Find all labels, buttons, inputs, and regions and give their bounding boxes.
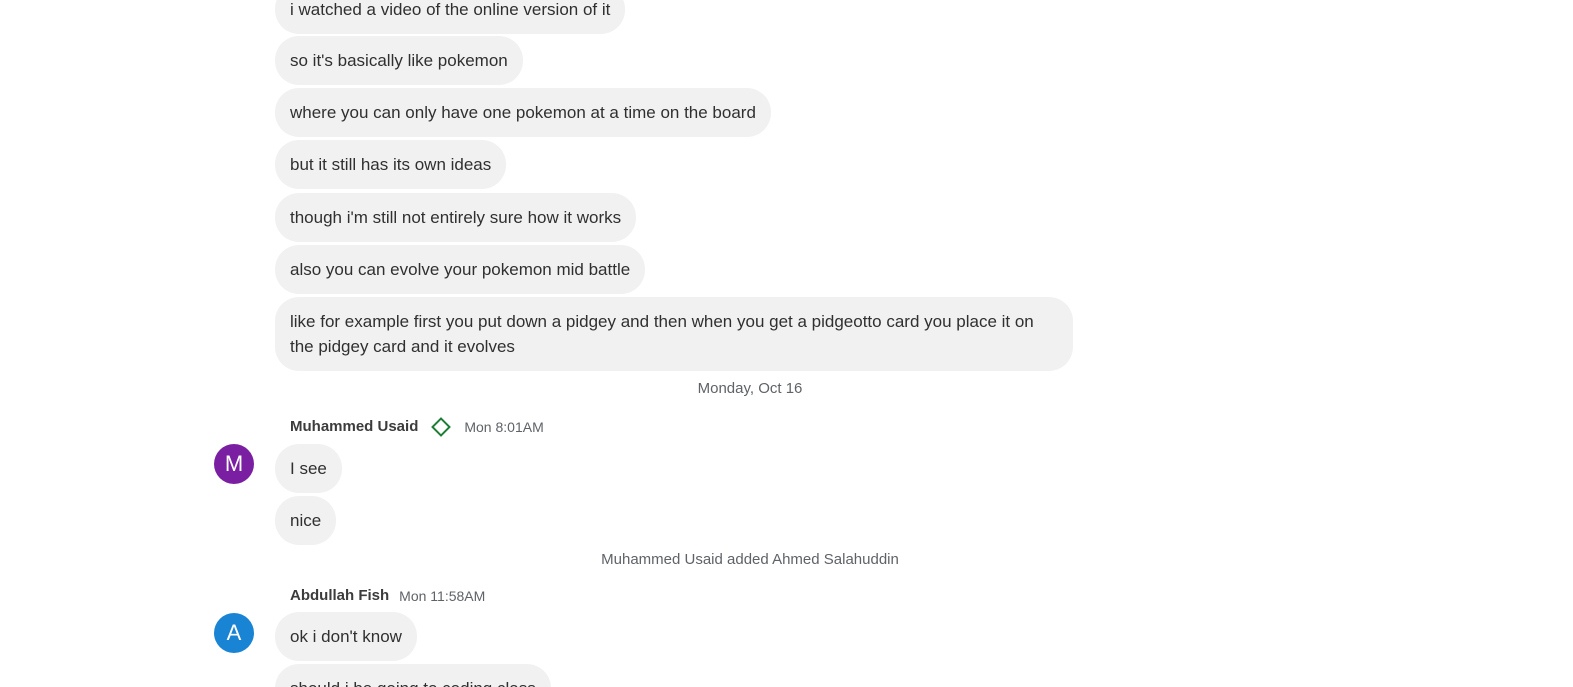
message-bubble[interactable]: so it's basically like pokemon — [275, 36, 523, 85]
message-bubble[interactable]: also you can evolve your pokemon mid bat… — [275, 245, 646, 294]
message-text: nice — [290, 511, 322, 530]
system-event: Muhammed Usaid added Ahmed Salahuddin — [601, 551, 899, 568]
message-bubble[interactable]: ok i don't know — [275, 612, 417, 661]
avatar[interactable]: M — [214, 444, 254, 484]
message-bubble[interactable]: i watched a video of the online version … — [275, 0, 626, 34]
message-header: Muhammed Usaid Mon 8:01AM — [290, 416, 544, 437]
message-text: but it still has its own ideas — [290, 155, 492, 174]
message-text: ok i don't know — [290, 627, 402, 646]
sender-name[interactable]: Abdullah Fish — [290, 587, 389, 604]
message-bubble[interactable]: I see — [275, 444, 342, 493]
avatar[interactable]: A — [214, 613, 254, 653]
sender-name[interactable]: Muhammed Usaid — [290, 418, 418, 435]
message-bubble[interactable]: where you can only have one pokemon at a… — [275, 88, 771, 137]
message-text: like for example first you put down a pi… — [290, 312, 1034, 356]
message-header: Abdullah Fish Mon 11:58AM — [290, 587, 485, 604]
message-timestamp: Mon 8:01AM — [464, 418, 544, 435]
message-text: though i'm still not entirely sure how i… — [290, 208, 622, 227]
message-bubble[interactable]: like for example first you put down a pi… — [275, 297, 1073, 371]
message-text: where you can only have one pokemon at a… — [290, 103, 756, 122]
message-text: also you can evolve your pokemon mid bat… — [290, 260, 631, 279]
chat-conversation: i watched a video of the online version … — [0, 0, 1573, 687]
message-bubble[interactable]: should i be going to coding class — [275, 664, 551, 687]
message-text: should i be going to coding class — [290, 679, 536, 687]
avatar-letter: A — [226, 620, 242, 645]
message-text: i watched a video of the online version … — [290, 0, 611, 19]
avatar-letter: M — [224, 451, 244, 476]
diamond-icon — [431, 416, 452, 437]
message-text: so it's basically like pokemon — [290, 51, 508, 70]
message-bubble[interactable]: nice — [275, 496, 337, 545]
message-timestamp: Mon 11:58AM — [399, 587, 486, 604]
message-bubble[interactable]: but it still has its own ideas — [275, 140, 507, 189]
message-text: I see — [290, 459, 327, 478]
message-bubble[interactable]: though i'm still not entirely sure how i… — [275, 193, 637, 242]
date-divider: Monday, Oct 16 — [697, 380, 803, 397]
